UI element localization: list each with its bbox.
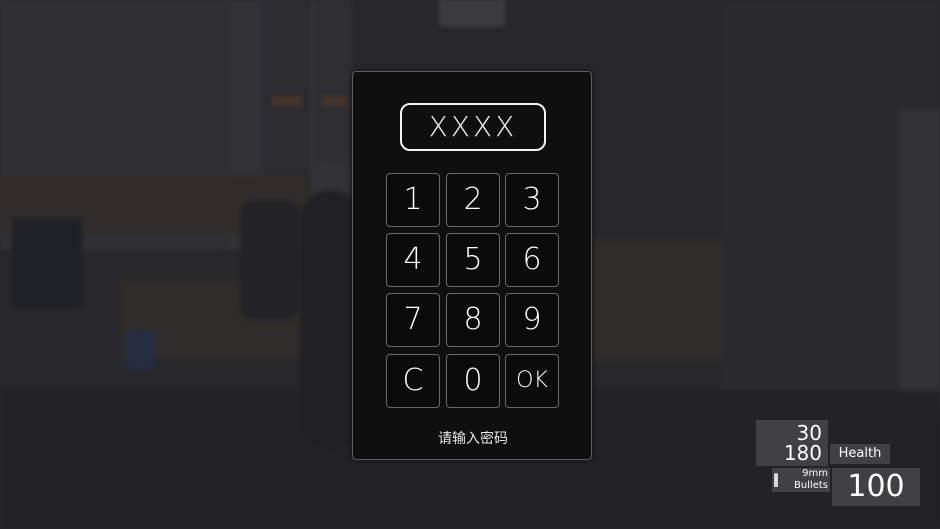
code-display: XXXX [400, 103, 546, 151]
bullet-icon [774, 473, 778, 487]
key-6[interactable]: 6 [505, 233, 559, 287]
key-ok[interactable]: OK [505, 354, 559, 408]
weapon-caliber: 9mm [802, 468, 828, 479]
ammo-reserve-count: 180 [783, 441, 822, 465]
ammo-clip-count: 30 [796, 421, 822, 445]
key-9[interactable]: 9 [505, 293, 559, 347]
game-scene: XXXX 1 2 3 4 5 6 7 8 9 C 0 OK 请输入密码 30 1… [0, 0, 940, 529]
key-5[interactable]: 5 [446, 233, 500, 287]
health-value: 100 [832, 468, 920, 506]
ammo-counter: 30 180 [756, 420, 828, 466]
key-2[interactable]: 2 [446, 173, 500, 227]
key-clear[interactable]: C [386, 354, 440, 408]
key-4[interactable]: 4 [386, 233, 440, 287]
key-8[interactable]: 8 [446, 293, 500, 347]
password-prompt: 请输入密码 [438, 431, 508, 447]
weapon-info: 9mm Bullets [772, 468, 830, 492]
weapon-ammo-type: Bullets [793, 480, 828, 491]
key-3[interactable]: 3 [505, 173, 559, 227]
key-0[interactable]: 0 [446, 354, 500, 408]
key-grid: 1 2 3 4 5 6 7 8 9 C 0 OK [386, 173, 560, 410]
keypad-panel: XXXX 1 2 3 4 5 6 7 8 9 C 0 OK 请输入密码 [352, 71, 592, 460]
health-label: Health [830, 444, 890, 464]
key-1[interactable]: 1 [386, 173, 440, 227]
key-7[interactable]: 7 [386, 293, 440, 347]
